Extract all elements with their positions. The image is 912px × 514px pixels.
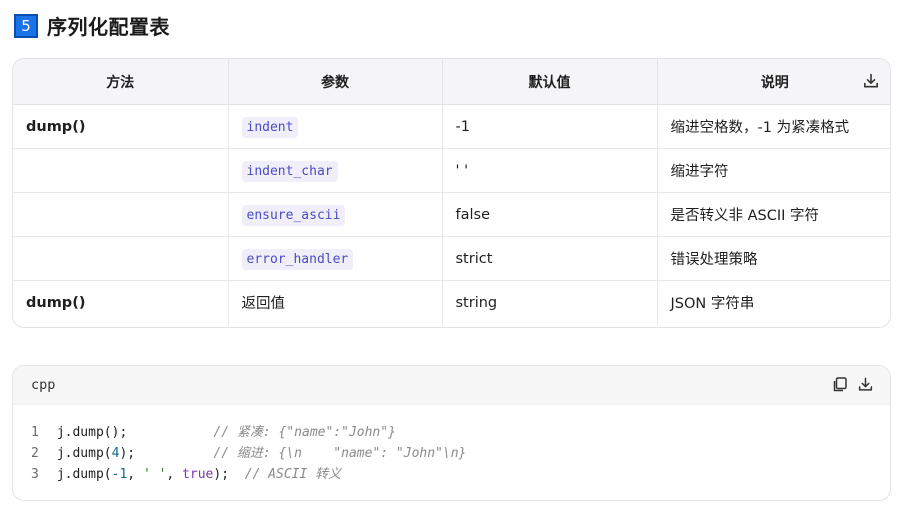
- cell-method: [13, 192, 229, 237]
- line-number: 2: [31, 446, 39, 461]
- cell-default: strict: [442, 236, 658, 281]
- download-icon[interactable]: [857, 376, 874, 393]
- copy-icon[interactable]: [831, 376, 848, 393]
- cell-method: dump(): [13, 280, 229, 325]
- cell-param: indent_char: [228, 148, 443, 193]
- code-comment: // 缩进: {\n "name": "John"\n}: [213, 446, 467, 461]
- cell-description: 缩进字符: [657, 148, 890, 193]
- param-code: error_handler: [241, 248, 354, 270]
- cell-param: 返回值: [228, 280, 443, 325]
- code-body: 1 j.dump(); // 紧凑: {"name":"John"} 2 j.du…: [13, 405, 890, 485]
- section-heading: 5 序列化配置表: [14, 11, 170, 40]
- cell-method: [13, 148, 229, 193]
- code-block: cpp 1 j.dump(); // 紧凑: {"name":"John"} 2 …: [12, 365, 891, 501]
- code-text: j.dump(4);: [56, 446, 136, 461]
- table-row: dump() indent -1 缩进空格数，-1 为紧凑格式: [13, 104, 890, 149]
- table-row: indent_char ' ' 缩进字符: [13, 148, 890, 193]
- code-actions: [831, 376, 874, 393]
- code-comment: // ASCII 转义: [244, 467, 342, 482]
- code-header: cpp: [13, 366, 890, 405]
- header-default: 默认值: [442, 59, 658, 105]
- code-text: j.dump(-1, ' ', true);: [56, 467, 230, 482]
- cell-description: JSON 字符串: [670, 296, 755, 313]
- cell-default: string: [442, 280, 658, 325]
- code-line: 3 j.dump(-1, ' ', true); // ASCII 转义: [31, 464, 890, 485]
- table-row: dump() 返回值 string JSON 字符串: [13, 280, 890, 325]
- code-padding: [229, 467, 245, 482]
- cell-description: 是否转义非 ASCII 字符: [657, 192, 890, 237]
- cell-default: ' ': [442, 148, 658, 193]
- header-param: 参数: [228, 59, 443, 105]
- cell-description: 缩进空格数，-1 为紧凑格式: [657, 104, 890, 149]
- table-row: ensure_ascii false 是否转义非 ASCII 字符: [13, 192, 890, 237]
- code-text: j.dump();: [56, 425, 128, 440]
- cell-default: -1: [442, 104, 658, 149]
- code-padding: [135, 446, 213, 461]
- section-number-badge: 5: [14, 13, 38, 38]
- cell-param: ensure_ascii: [228, 192, 443, 237]
- param-code: indent_char: [241, 160, 338, 182]
- cell-description: 错误处理策略: [657, 236, 890, 281]
- code-language-label: cpp: [31, 377, 56, 393]
- config-table: 方法 参数 默认值 说明 dump() indent -1 缩进空格数，-1 为紧凑格…: [12, 58, 891, 328]
- line-number: 1: [31, 425, 39, 440]
- line-number: 3: [31, 467, 39, 482]
- cell-method: dump(): [13, 104, 229, 149]
- code-comment: // 紧凑: {"name":"John"}: [213, 425, 396, 440]
- code-padding: [127, 425, 213, 440]
- cell-default: false: [442, 192, 658, 237]
- code-line: 1 j.dump(); // 紧凑: {"name":"John"}: [31, 422, 890, 443]
- cell-method: [13, 236, 229, 281]
- cell-param: error_handler: [228, 236, 443, 281]
- param-code: indent: [241, 116, 299, 138]
- section-title: 序列化配置表: [47, 15, 170, 39]
- table-row: error_handler strict 错误处理策略: [13, 236, 890, 281]
- header-description: 说明: [760, 74, 789, 91]
- header-method: 方法: [13, 59, 229, 105]
- code-line: 2 j.dump(4); // 缩进: {\n "name": "John"\n…: [31, 443, 890, 464]
- header-description-cell: 说明: [657, 59, 890, 105]
- download-icon[interactable]: [862, 72, 880, 90]
- cell-param: indent: [228, 104, 443, 149]
- param-code: ensure_ascii: [241, 204, 346, 226]
